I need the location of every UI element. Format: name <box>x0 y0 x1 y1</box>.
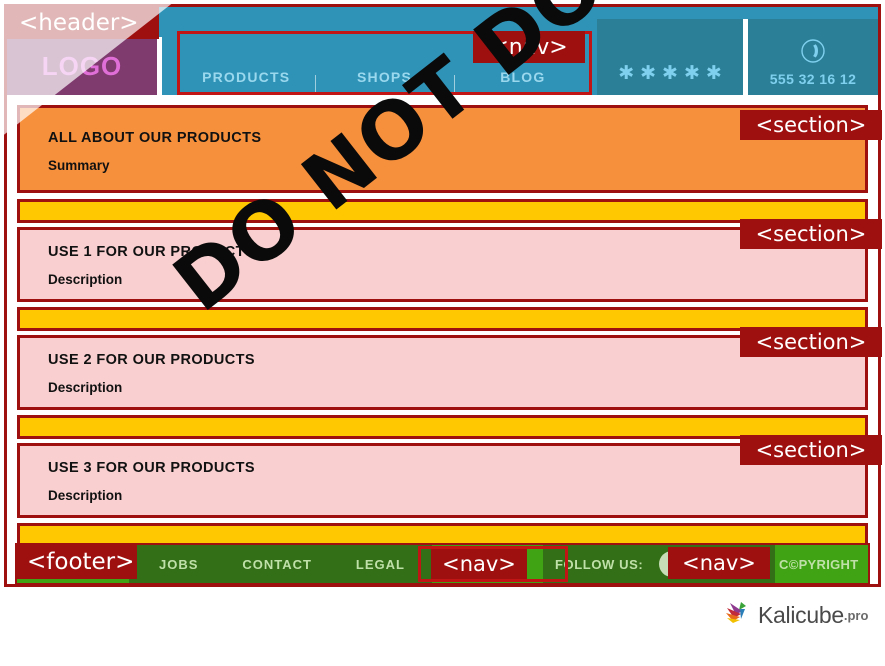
rating-widget: ✱ ✱ ✱ ✱ ✱ <box>597 19 743 95</box>
logo[interactable]: LOGO <box>7 37 157 95</box>
section-tag-badge: <section> <box>740 219 882 249</box>
kalicube-bird-icon <box>722 597 754 634</box>
footer-link-legal[interactable]: LEGAL <box>356 557 405 572</box>
star-icon: ✱ <box>640 63 657 84</box>
nav-tag-badge: <nav> <box>668 547 770 579</box>
star-icon: ✱ <box>662 63 678 84</box>
nav-tag-badge: <nav> <box>473 31 585 63</box>
star-icon: ✱ <box>705 63 722 84</box>
section-title: ALL ABOUT OUR PRODUCTS <box>48 130 262 146</box>
follow-us-label: FOLLOW US: <box>555 557 644 572</box>
kalicube-branding: Kalicube .pro <box>722 596 882 634</box>
phone-icon <box>800 38 826 69</box>
site-header: LOGO PRODUCTS SHOPS BLOG ✱ ✱ ✱ ✱ ✱ 555 3… <box>7 7 878 127</box>
section-subtitle: Description <box>48 272 123 287</box>
footer-link-contact[interactable]: CONTACT <box>242 557 312 572</box>
section-title: USE 1 FOR OUR PRODUCTS <box>48 244 255 260</box>
section-tag-badge: <section> <box>740 110 882 140</box>
section-tag-badge: <section> <box>740 435 882 465</box>
logo-text: LOGO <box>41 50 123 81</box>
section-subtitle: Description <box>48 380 123 395</box>
section-subtitle: Description <box>48 488 123 503</box>
footer-tag-badge: <footer> <box>17 545 137 579</box>
section-subtitle: Summary <box>48 158 110 173</box>
nav-tag-badge: <nav> <box>431 549 527 579</box>
header-tag-badge: <header> <box>7 7 159 39</box>
wireframe-page-frame: LOGO PRODUCTS SHOPS BLOG ✱ ✱ ✱ ✱ ✱ 555 3… <box>0 0 885 587</box>
logo-divider <box>157 37 162 95</box>
copyright-text: C©PYRIGHT <box>779 557 859 572</box>
kalicube-suffix: .pro <box>843 607 869 623</box>
footer-link-jobs[interactable]: JOBS <box>159 557 198 572</box>
section-title: USE 2 FOR OUR PRODUCTS <box>48 352 255 368</box>
section-tag-badge: <section> <box>740 327 882 357</box>
kalicube-name: Kalicube <box>758 601 844 628</box>
star-icon: ✱ <box>618 63 635 84</box>
footer-nav: JOBS CONTACT LEGAL <box>137 545 427 583</box>
section-title: USE 3 FOR OUR PRODUCTS <box>48 460 255 476</box>
star-icon: ✱ <box>683 63 700 84</box>
phone-widget[interactable]: 555 32 16 12 <box>748 19 878 95</box>
phone-number: 555 32 16 12 <box>769 71 857 87</box>
